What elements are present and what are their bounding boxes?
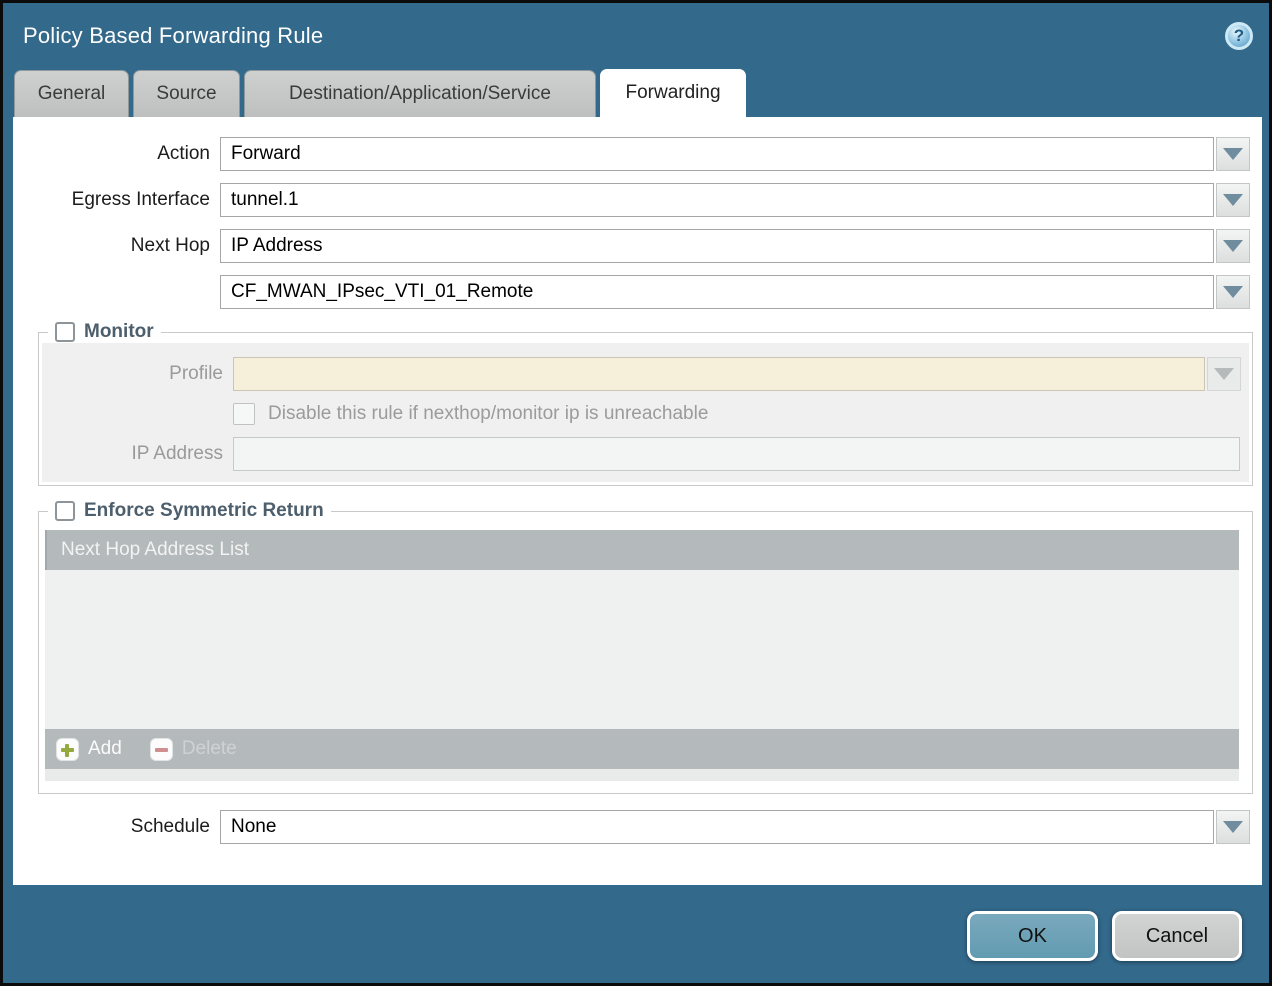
action-dropdown-button[interactable] [1216, 137, 1250, 171]
monitor-body: Profile Disable this rule if nexthop/mon… [42, 343, 1249, 482]
add-button[interactable]: Add [56, 738, 122, 761]
ok-button[interactable]: OK [967, 911, 1098, 961]
next-hop-address-list-toolbar: Add Delete [45, 729, 1239, 769]
dialog-titlebar: Policy Based Forwarding Rule ? [3, 3, 1269, 69]
tab-general[interactable]: General [14, 70, 129, 117]
forwarding-tab-panel: Action Forward Egress Interface tunnel.1… [13, 117, 1262, 885]
monitor-checkbox[interactable] [55, 322, 75, 342]
monitor-ip-address-input [233, 437, 1240, 471]
add-button-label: Add [88, 738, 122, 760]
schedule-select[interactable]: None [220, 810, 1214, 844]
schedule-label: Schedule [13, 816, 210, 838]
action-row: Action Forward [13, 137, 1262, 171]
help-icon[interactable]: ? [1225, 22, 1253, 50]
egress-interface-dropdown-button[interactable] [1216, 183, 1250, 217]
action-select[interactable]: Forward [220, 137, 1214, 171]
next-hop-label: Next Hop [13, 235, 210, 257]
next-hop-address-list-body [45, 570, 1239, 729]
chevron-down-icon [1223, 821, 1243, 833]
monitor-section: Monitor Profile Disable this rule if nex… [38, 321, 1253, 486]
next-hop-address-row: CF_MWAN_IPsec_VTI_01_Remote [13, 275, 1262, 309]
profile-row: Profile [42, 357, 1249, 391]
minus-icon [150, 738, 173, 761]
monitor-legend-label: Monitor [84, 321, 154, 343]
enforce-symmetric-return-checkbox[interactable] [55, 501, 75, 521]
profile-select [233, 357, 1205, 391]
tab-source[interactable]: Source [133, 70, 240, 117]
disable-rule-row: Disable this rule if nexthop/monitor ip … [42, 403, 1249, 425]
next-hop-address-dropdown-button[interactable] [1216, 275, 1250, 309]
chevron-down-icon [1223, 194, 1243, 206]
monitor-ip-address-row: IP Address [42, 437, 1249, 471]
delete-button-label: Delete [182, 738, 237, 760]
delete-button: Delete [150, 738, 237, 761]
action-label: Action [13, 143, 210, 165]
next-hop-type-dropdown-button[interactable] [1216, 229, 1250, 263]
tab-bar: General Source Destination/Application/S… [3, 69, 1269, 117]
egress-interface-row: Egress Interface tunnel.1 [13, 183, 1262, 217]
chevron-down-icon [1223, 286, 1243, 298]
tab-forwarding[interactable]: Forwarding [600, 69, 746, 117]
enforce-symmetric-return-legend: Enforce Symmetric Return [48, 500, 331, 522]
next-hop-type-select[interactable]: IP Address [220, 229, 1214, 263]
chevron-down-icon [1214, 368, 1234, 380]
enforce-symmetric-return-section: Enforce Symmetric Return Next Hop Addres… [38, 500, 1253, 794]
next-hop-address-list-header: Next Hop Address List [45, 530, 1239, 570]
next-hop-address-list-table: Next Hop Address List Add Delete [45, 530, 1239, 769]
egress-interface-select[interactable]: tunnel.1 [220, 183, 1214, 217]
table-bottom-strip [45, 769, 1239, 781]
plus-icon [56, 738, 79, 761]
disable-rule-label: Disable this rule if nexthop/monitor ip … [268, 403, 708, 425]
chevron-down-icon [1223, 148, 1243, 160]
tab-destination-application-service[interactable]: Destination/Application/Service [244, 70, 596, 117]
dialog-title: Policy Based Forwarding Rule [23, 23, 323, 49]
profile-dropdown-button [1207, 357, 1241, 391]
schedule-row: Schedule None [13, 810, 1262, 844]
policy-based-forwarding-dialog: Policy Based Forwarding Rule ? General S… [0, 0, 1272, 986]
disable-rule-checkbox [233, 403, 255, 425]
monitor-legend: Monitor [48, 321, 161, 343]
monitor-ip-address-label: IP Address [42, 443, 223, 465]
egress-interface-label: Egress Interface [13, 189, 210, 211]
enforce-symmetric-return-legend-label: Enforce Symmetric Return [84, 500, 324, 522]
profile-label: Profile [42, 363, 223, 385]
schedule-dropdown-button[interactable] [1216, 810, 1250, 844]
next-hop-address-select[interactable]: CF_MWAN_IPsec_VTI_01_Remote [220, 275, 1214, 309]
cancel-button[interactable]: Cancel [1112, 911, 1242, 961]
dialog-footer: OK Cancel [967, 911, 1242, 961]
next-hop-row: Next Hop IP Address [13, 229, 1262, 263]
chevron-down-icon [1223, 240, 1243, 252]
